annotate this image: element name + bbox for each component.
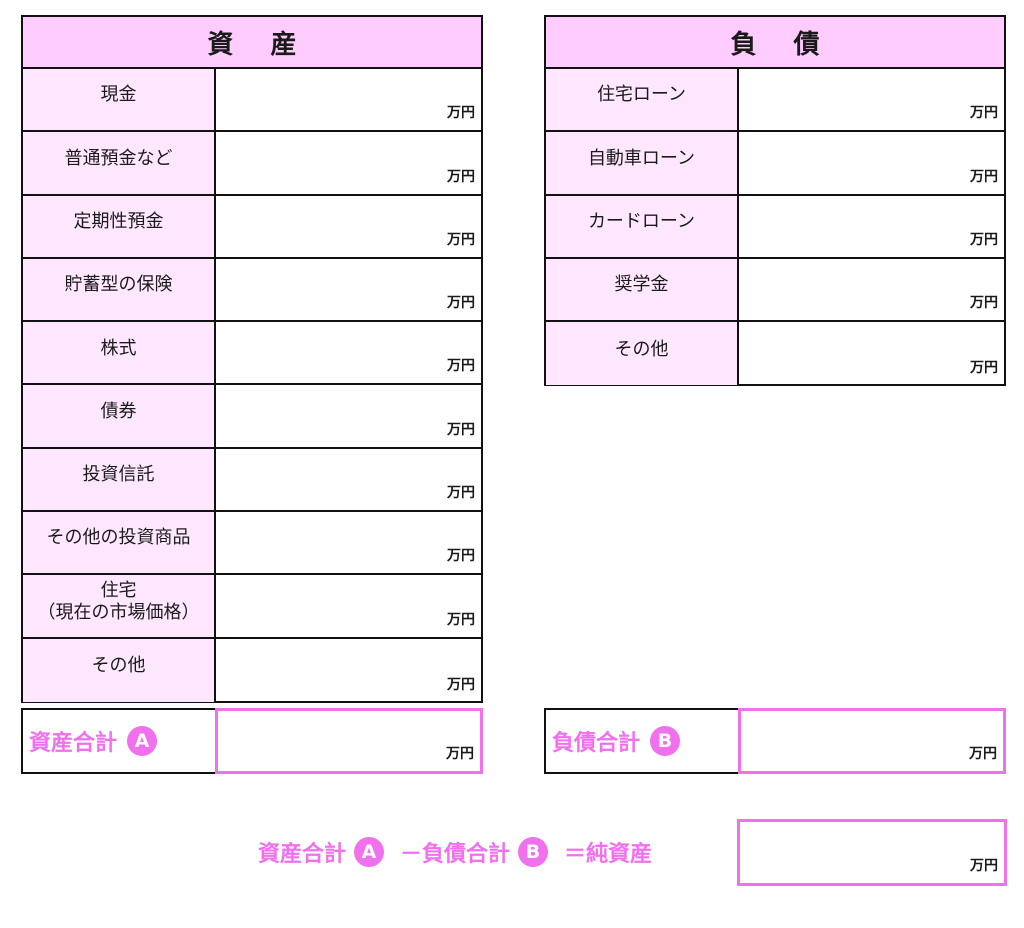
liabilities-row-label: 住宅ローン [546, 69, 739, 131]
liabilities-total-text: 負債合計 [552, 731, 641, 756]
assets-row-value-field[interactable]: 万円 [216, 385, 481, 446]
unit-label: 万円 [447, 611, 475, 628]
liabilities-row-label: カードローン [546, 195, 739, 257]
unit-label: 万円 [447, 105, 475, 122]
unit-label: 万円 [447, 231, 475, 248]
assets-row: 定期性預金万円 [23, 195, 481, 259]
unit-label: 万円 [970, 105, 998, 122]
unit-label: 万円 [970, 295, 998, 312]
badge-a-icon: A [354, 837, 385, 867]
assets-row-value-field[interactable]: 万円 [216, 322, 481, 383]
assets-row-label: 貯蓄型の保険 [23, 258, 216, 321]
assets-total-text: 資産合計 [29, 731, 118, 756]
assets-row: 債券万円 [23, 385, 481, 449]
assets-row-value-field[interactable]: 万円 [216, 69, 481, 130]
liabilities-row-value-field[interactable]: 万円 [739, 322, 1004, 385]
unit-label: 万円 [970, 168, 998, 185]
liabilities-row-value-field[interactable]: 万円 [739, 69, 1004, 130]
assets-total-row: 資産合計 A 万円 [21, 708, 485, 774]
liabilities-total-row: 負債合計 B 万円 [544, 708, 1008, 774]
net-assets-formula: 資産合計 A －負債合計 B ＝純資産 [258, 836, 652, 868]
assets-table: 資 産 現金 万円 普通預金など 万円 定期性預金 万円 貯蓄型の保険 万円 株式 万円 債券 万円投… [21, 15, 483, 703]
liabilities-row-value-field[interactable]: 万円 [739, 132, 1004, 193]
assets-row-label: 普通預金など [23, 132, 216, 194]
assets-row-value-field[interactable]: 万円 [216, 259, 481, 320]
assets-row: 貯蓄型の保険万円 [23, 258, 481, 323]
assets-row-value-field[interactable]: 万円 [216, 196, 481, 257]
assets-row: 住宅 （現在の市場価格） 万円 [23, 575, 481, 639]
unit-label: 万円 [447, 421, 475, 438]
unit-label: 万円 [969, 746, 997, 762]
assets-row-label: その他の投資商品 [23, 512, 216, 574]
unit-label: 万円 [447, 676, 475, 693]
unit-label: 万円 [970, 858, 998, 874]
unit-label: 万円 [446, 746, 474, 762]
assets-row-value-field[interactable]: 万円 [216, 449, 481, 510]
assets-row: 普通預金など万円 [23, 132, 481, 196]
assets-row-value-field[interactable]: 万円 [216, 512, 481, 573]
formula-assets-total: 資産合計 [258, 842, 347, 867]
assets-row-label: 定期性預金 [23, 195, 216, 257]
unit-label: 万円 [447, 548, 475, 565]
liabilities-row: 住宅ローン万円 [546, 69, 1004, 133]
unit-label: 万円 [970, 231, 998, 248]
badge-b-icon: B [518, 837, 549, 867]
liabilities-total-field[interactable]: 万円 [738, 708, 1006, 774]
liabilities-row: 奨学金万円 [546, 258, 1004, 323]
unit-label: 万円 [970, 360, 998, 377]
liabilities-row: その他万円 [546, 322, 1004, 386]
liabilities-row-label: その他 [546, 322, 739, 386]
assets-row-value-field[interactable]: 万円 [216, 132, 481, 193]
liabilities-row-value-field[interactable]: 万円 [739, 259, 1004, 320]
unit-label: 万円 [447, 485, 475, 502]
liabilities-row: 自動車ローン万円 [546, 132, 1004, 196]
formula-equals-net-assets: ＝純資産 [564, 842, 653, 867]
badge-b-icon: B [650, 726, 681, 756]
assets-total-label: 資産合計 A [21, 708, 217, 774]
assets-row-value-field[interactable]: 万円 [216, 639, 481, 702]
liabilities-total-label: 負債合計 B [544, 708, 740, 774]
assets-row-label: その他 [23, 638, 216, 702]
unit-label: 万円 [447, 358, 475, 375]
formula-minus-liabilities: －負債合計 [400, 842, 511, 867]
assets-row: その他の投資商品万円 [23, 512, 481, 576]
assets-row: 現金万円 [23, 69, 481, 133]
assets-row: 株式万円 [23, 322, 481, 386]
assets-row: その他万円 [23, 638, 481, 702]
unit-label: 万円 [447, 168, 475, 185]
assets-row-label: 債券 [23, 385, 216, 447]
assets-row-label: 株式 [23, 322, 216, 384]
liabilities-row-value-field[interactable]: 万円 [739, 196, 1004, 257]
unit-label: 万円 [447, 295, 475, 312]
assets-row-label: 現金 [23, 69, 216, 131]
assets-row-label: 住宅 （現在の市場価格） [23, 575, 216, 637]
assets-total-field[interactable]: 万円 [215, 708, 483, 774]
liabilities-title: 負 債 [546, 17, 1004, 69]
assets-row-value-field[interactable]: 万円 [216, 575, 481, 636]
net-assets-field[interactable]: 万円 [737, 819, 1007, 886]
liabilities-row: カードローン万円 [546, 195, 1004, 259]
liabilities-table: 負 債 住宅ローン 万円 自動車ローン 万円 カードローン 万円 奨学金 万円 その他 万円 [544, 15, 1006, 386]
liabilities-row-label: 自動車ローン [546, 132, 739, 194]
liabilities-row-label: 奨学金 [546, 258, 739, 321]
assets-row-label: 投資信託 [23, 448, 216, 511]
assets-title: 資 産 [23, 17, 481, 69]
assets-row: 投資信託万円 [23, 448, 481, 513]
badge-a-icon: A [127, 726, 158, 756]
